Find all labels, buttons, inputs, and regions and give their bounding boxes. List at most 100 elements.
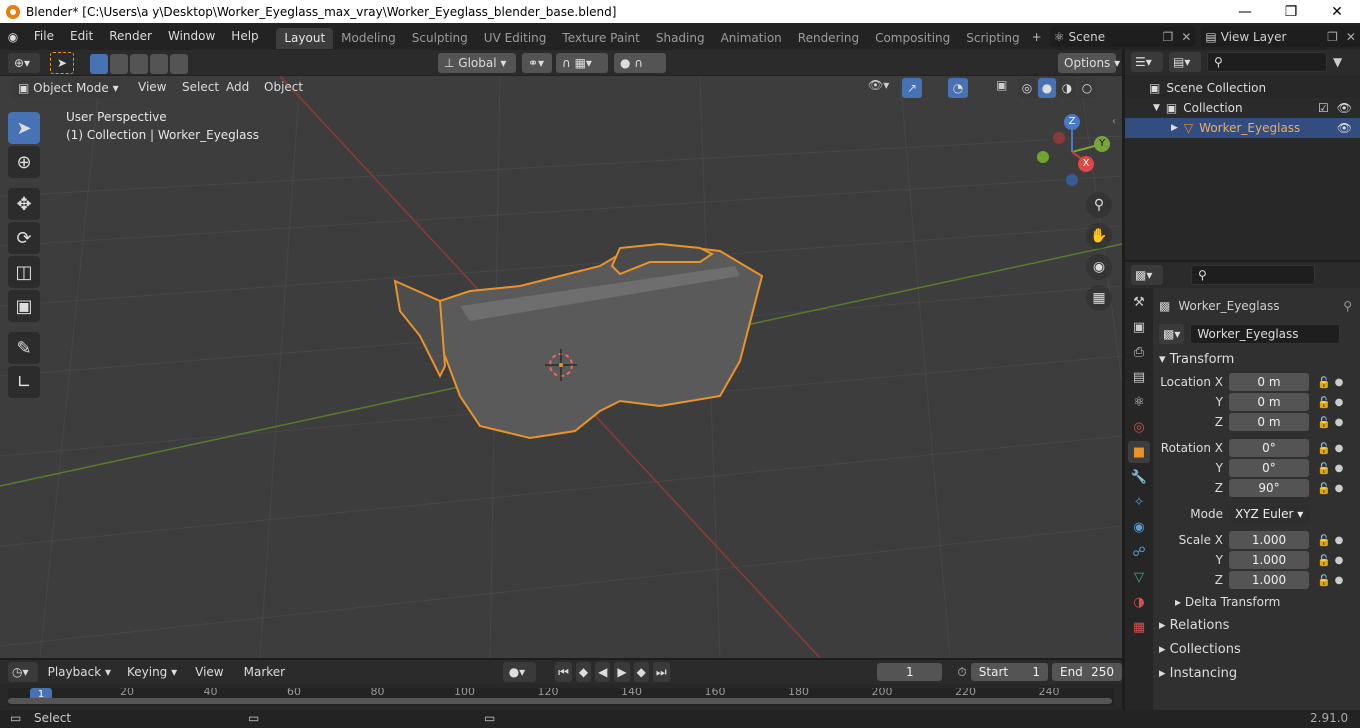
keyframe-dot-icon[interactable]: ● (1333, 463, 1345, 474)
pan-hand-icon[interactable]: ✋ (1086, 223, 1112, 249)
close-icon[interactable]: ✕ (1177, 30, 1195, 44)
expand-icon[interactable]: ▼ (1153, 98, 1160, 118)
lock-icon[interactable]: 🔓 (1315, 416, 1333, 429)
tab-uv-editing[interactable]: UV Editing (476, 28, 555, 49)
display-mode-icon[interactable]: ▤▾ (1169, 52, 1201, 72)
lock-icon[interactable]: 🔓 (1315, 574, 1333, 587)
scale-x-field[interactable]: 1.000 (1229, 531, 1309, 549)
outliner-editor-type-icon[interactable]: ☰▾ (1131, 52, 1163, 72)
copy-icon[interactable]: ❐ (1159, 30, 1178, 44)
relations-section[interactable]: ▸ Relations (1159, 614, 1352, 638)
lock-icon[interactable]: 🔓 (1315, 442, 1333, 455)
keyframe-dot-icon[interactable]: ● (1333, 377, 1345, 388)
snap-icon[interactable]: ∩ ▦▾ (556, 53, 608, 73)
keyframe-dot-icon[interactable]: ● (1333, 575, 1345, 586)
transform-section-header[interactable]: ▾ Transform (1159, 348, 1352, 372)
editor-type-icon[interactable]: ⊕▾ (8, 53, 40, 73)
scene-name[interactable]: Scene (1068, 30, 1158, 44)
tab-shading[interactable]: Shading (648, 28, 713, 49)
world-tab-icon[interactable]: ◎ (1128, 416, 1150, 438)
texture-tab-icon[interactable]: ▦ (1128, 616, 1150, 638)
playback-menu[interactable]: Playback ▾ (42, 662, 117, 682)
expand-icon[interactable]: ▶ (1171, 118, 1178, 138)
navigation-gizmo[interactable]: Z Y X (1030, 112, 1116, 192)
camera-icon[interactable]: ◉ (1086, 254, 1112, 280)
rotation-z-field[interactable]: 90° (1229, 479, 1309, 497)
annotate-tool-icon[interactable]: ✎ (8, 332, 40, 364)
location-y-field[interactable]: 0 m (1229, 393, 1309, 411)
select-new-icon[interactable] (90, 54, 108, 74)
outliner-collection[interactable]: ▼ ▣ Collection ☑ 👁 (1125, 98, 1360, 118)
keyframe-dot-icon[interactable]: ● (1333, 555, 1345, 566)
rotation-y-field[interactable]: 0° (1229, 459, 1309, 477)
scene-tab-icon[interactable]: ⚛ (1128, 391, 1150, 413)
lock-icon[interactable]: 🔓 (1315, 462, 1333, 475)
maximize-icon[interactable]: ❐ (1268, 0, 1314, 23)
render-tab-icon[interactable]: ▣ (1128, 316, 1150, 338)
timeline-ruler[interactable]: 1 20 40 60 80 100 120 140 160 180 200 220 240 (8, 688, 1114, 706)
proportional-edit-icon[interactable]: ● ∩ (614, 53, 666, 73)
menu-add[interactable]: Add (218, 76, 257, 101)
visibility-icon[interactable]: 👁▾ (868, 78, 889, 92)
keyframe-dot-icon[interactable]: ● (1333, 483, 1345, 494)
material-tab-icon[interactable]: ◑ (1128, 591, 1150, 613)
scale-tool-icon[interactable]: ◫ (8, 256, 40, 288)
minimize-icon[interactable]: — (1222, 0, 1268, 23)
location-x-field[interactable]: 0 m (1229, 373, 1309, 391)
rendered-shading-icon[interactable]: ○ (1078, 78, 1096, 98)
close-icon[interactable]: ✕ (1342, 30, 1360, 44)
options-dropdown[interactable]: Options ▾ (1058, 53, 1120, 73)
select-intersect-icon[interactable] (170, 54, 188, 74)
particles-tab-icon[interactable]: ✧ (1128, 491, 1150, 513)
delta-transform-section[interactable]: ▸ Delta Transform (1159, 590, 1352, 614)
menu-view[interactable]: View (130, 76, 174, 101)
cursor-tool-icon[interactable]: ⊕ (8, 146, 40, 178)
lock-icon[interactable]: 🔓 (1315, 376, 1333, 389)
eye-icon[interactable]: 👁 (1337, 98, 1352, 118)
object-data-icon[interactable]: ▩▾ (1159, 324, 1185, 344)
modifier-tab-icon[interactable]: 🔧 (1128, 466, 1150, 488)
properties-search-input[interactable]: ⚲ (1191, 265, 1315, 285)
select-subtract-icon[interactable] (130, 54, 148, 74)
select-box-icon[interactable]: ➤ (50, 52, 74, 74)
lock-icon[interactable]: 🔓 (1315, 554, 1333, 567)
solid-shading-icon[interactable]: ● (1038, 78, 1056, 98)
pivot-icon[interactable]: ⚭▾ (522, 53, 552, 73)
outliner-scene-collection[interactable]: ▣ Scene Collection (1125, 78, 1360, 98)
tab-compositing[interactable]: Compositing (867, 28, 958, 49)
blender-menu-icon[interactable]: ◉ (0, 30, 26, 44)
tab-sculpting[interactable]: Sculpting (404, 28, 476, 49)
transform-tool-icon[interactable]: ▣ (8, 290, 40, 322)
select-invert-icon[interactable] (150, 54, 168, 74)
keyframe-dot-icon[interactable]: ● (1333, 535, 1345, 546)
constraints-tab-icon[interactable]: ☍ (1128, 541, 1150, 563)
start-frame-field[interactable]: Start 1 (970, 663, 1048, 681)
menu-render[interactable]: Render (101, 23, 160, 50)
view-layer-tab-icon[interactable]: ▤ (1128, 366, 1150, 388)
rotation-mode-dropdown[interactable]: XYZ Euler ▾ (1229, 505, 1309, 523)
next-keyframe-icon[interactable]: ◆ (633, 662, 649, 682)
properties-editor-type-icon[interactable]: ▩▾ (1131, 265, 1163, 285)
jump-start-icon[interactable]: ⏮ (555, 662, 572, 682)
overlay-toggle-icon[interactable]: ◔ (948, 78, 968, 98)
object-name-input[interactable]: Worker_Eyeglass (1190, 324, 1341, 344)
move-tool-icon[interactable]: ✥ (8, 188, 40, 220)
menu-file[interactable]: File (26, 23, 62, 50)
timeline-scrollbar[interactable] (8, 698, 1112, 704)
scale-z-field[interactable]: 1.000 (1229, 571, 1309, 589)
instancing-section[interactable]: ▸ Instancing (1159, 662, 1352, 686)
xray-icon[interactable]: ▣ (996, 78, 1007, 92)
select-tool-icon[interactable]: ➤ (8, 112, 40, 144)
add-workspace-icon[interactable]: + (1028, 30, 1046, 44)
3d-viewport[interactable]: ▣ Object Mode ▾ View Select Add Object 👁… (0, 76, 1122, 658)
play-reverse-icon[interactable]: ◀ (595, 662, 611, 682)
jump-end-icon[interactable]: ⏭ (652, 662, 670, 682)
timeline-view-menu[interactable]: View (187, 659, 231, 686)
wireframe-shading-icon[interactable]: ◎ (1018, 78, 1036, 98)
close-icon[interactable]: ✕ (1314, 0, 1360, 23)
keyframe-dot-icon[interactable]: ● (1333, 443, 1345, 454)
tab-texture-paint[interactable]: Texture Paint (554, 28, 647, 49)
output-tab-icon[interactable]: ⎙ (1128, 341, 1150, 363)
tab-animation[interactable]: Animation (713, 28, 790, 49)
timeline-editor-type-icon[interactable]: ◷▾ (8, 662, 38, 682)
